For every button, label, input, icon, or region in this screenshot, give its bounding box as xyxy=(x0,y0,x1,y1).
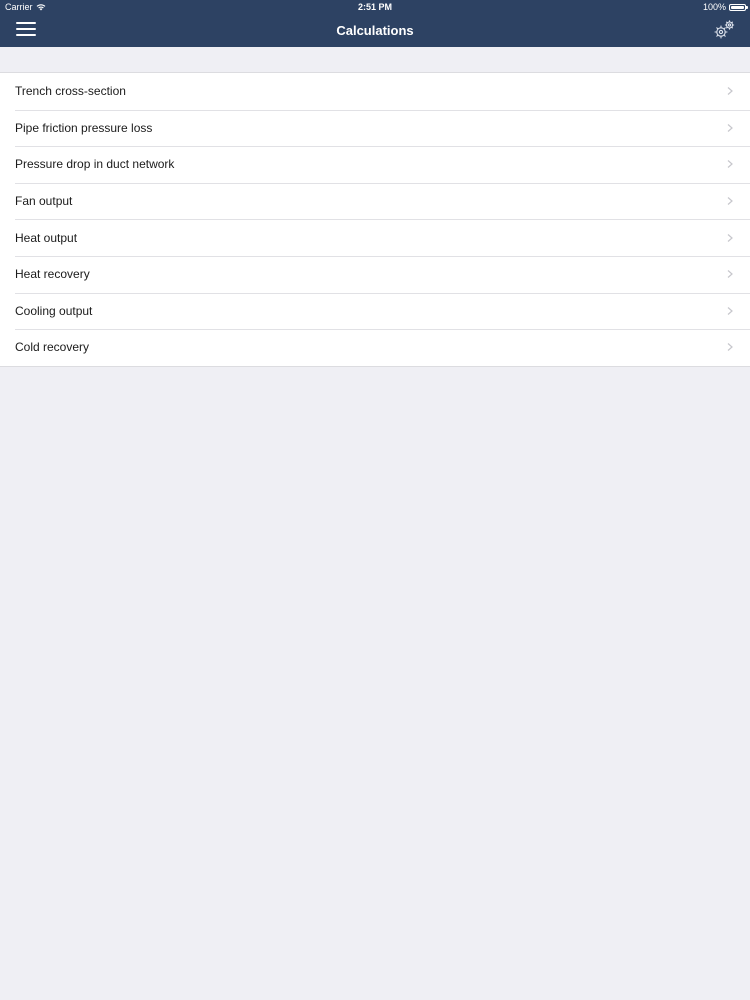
list-item-label: Cooling output xyxy=(15,303,93,318)
list-item-label: Cold recovery xyxy=(15,340,90,355)
chevron-right-icon xyxy=(727,197,733,206)
list-item-fan-output[interactable]: Fan output xyxy=(0,182,750,220)
battery-icon xyxy=(729,3,748,11)
list-item-pipe-friction-pressure-loss[interactable]: Pipe friction pressure loss xyxy=(0,109,750,147)
list-item-pressure-drop-in-duct-network[interactable]: Pressure drop in duct network xyxy=(0,146,750,183)
list-item-cooling-output[interactable]: Cooling output xyxy=(0,292,750,330)
list-item-label: Fan output xyxy=(15,194,73,209)
chevron-right-icon xyxy=(727,233,733,242)
battery-group: 100% xyxy=(702,0,748,14)
navigation-bar: Calculations xyxy=(0,14,750,47)
list-item-heat-recovery[interactable]: Heat recovery xyxy=(0,255,750,293)
settings-button[interactable] xyxy=(712,19,736,41)
status-time: 2:51 PM xyxy=(357,2,392,12)
chevron-right-icon xyxy=(727,123,733,132)
gears-icon xyxy=(714,20,735,39)
chevron-right-icon xyxy=(727,87,733,96)
list-item-cold-recovery[interactable]: Cold recovery xyxy=(0,329,750,366)
status-bar: Carrier 2:51 PM 100% xyxy=(0,0,750,14)
chevron-right-icon xyxy=(727,306,733,315)
list-item-label: Heat output xyxy=(15,230,78,245)
chevron-right-icon xyxy=(727,160,733,169)
chevron-right-icon xyxy=(727,270,733,279)
list-item-heat-output[interactable]: Heat output xyxy=(0,219,750,256)
list-item-label: Heat recovery xyxy=(15,267,90,282)
calculations-list: Trench cross-section Pipe friction press… xyxy=(0,72,750,367)
list-item-label: Pipe friction pressure loss xyxy=(15,120,153,135)
page-title: Calculations xyxy=(336,23,414,38)
list-item-trench-cross-section[interactable]: Trench cross-section xyxy=(0,73,750,110)
battery-percent: 100% xyxy=(702,2,726,12)
top-bar: Carrier 2:51 PM 100% Calculations xyxy=(0,0,750,47)
list-item-label: Pressure drop in duct network xyxy=(15,157,175,172)
list-item-label: Trench cross-section xyxy=(15,84,126,99)
chevron-right-icon xyxy=(727,343,733,352)
